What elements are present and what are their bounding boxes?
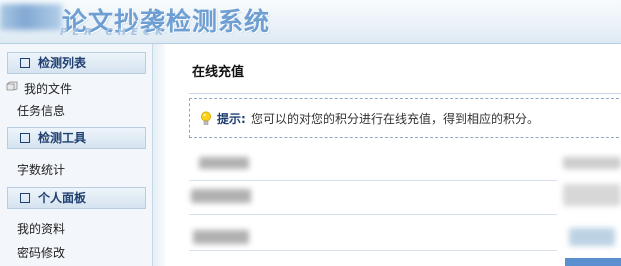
obscured-field-label xyxy=(199,157,249,169)
obscured-field-value xyxy=(569,228,615,246)
title-divider xyxy=(189,93,621,94)
section-box-icon xyxy=(20,133,30,143)
tip-text: 您可以的对您的积分进行在线充值，得到相应的积分。 xyxy=(251,112,540,126)
sidebar-item-my-profile[interactable]: 我的资料 xyxy=(17,220,65,237)
obscured-field-value xyxy=(563,157,621,169)
logo-mark xyxy=(0,4,62,30)
section-detection-list[interactable]: 检测列表 xyxy=(7,52,146,74)
section-title: 检测工具 xyxy=(38,131,87,145)
obscured-field-value xyxy=(563,184,621,206)
section-title: 个人面板 xyxy=(38,191,87,205)
row-divider xyxy=(189,180,557,181)
section-detection-tools[interactable]: 检测工具 xyxy=(7,127,146,149)
sidebar-item-change-password[interactable]: 密码修改 xyxy=(17,244,65,261)
sidebar-item-task-info[interactable]: 任务信息 xyxy=(17,102,65,119)
row-divider xyxy=(189,214,557,215)
app-subtitle: PER CHECK xyxy=(60,27,168,38)
main-panel: 在线充值 提示: 您可以的对您的积分进行在线充值，得到相应的积分。 xyxy=(165,44,621,266)
sidebar-item-my-files[interactable]: 我的文件 xyxy=(24,80,72,97)
section-box-icon xyxy=(20,193,30,203)
tip-label: 提示: xyxy=(217,112,246,126)
action-button-edge[interactable] xyxy=(565,258,621,266)
sidebar-divider xyxy=(152,44,165,266)
file-icon xyxy=(6,81,18,91)
app-header: 论文抄袭检测系统 PER CHECK xyxy=(0,0,621,44)
section-personal-panel[interactable]: 个人面板 xyxy=(7,187,146,209)
obscured-field-label xyxy=(193,230,249,244)
tip-box: 提示: 您可以的对您的积分进行在线充值，得到相应的积分。 xyxy=(189,98,621,138)
row-divider xyxy=(189,250,557,251)
section-box-icon xyxy=(20,58,30,68)
page-title: 在线充值 xyxy=(192,65,245,80)
lightbulb-icon xyxy=(201,111,211,125)
sidebar-item-word-count[interactable]: 字数统计 xyxy=(17,161,65,178)
section-title: 检测列表 xyxy=(38,56,87,70)
obscured-field-label xyxy=(191,189,251,203)
